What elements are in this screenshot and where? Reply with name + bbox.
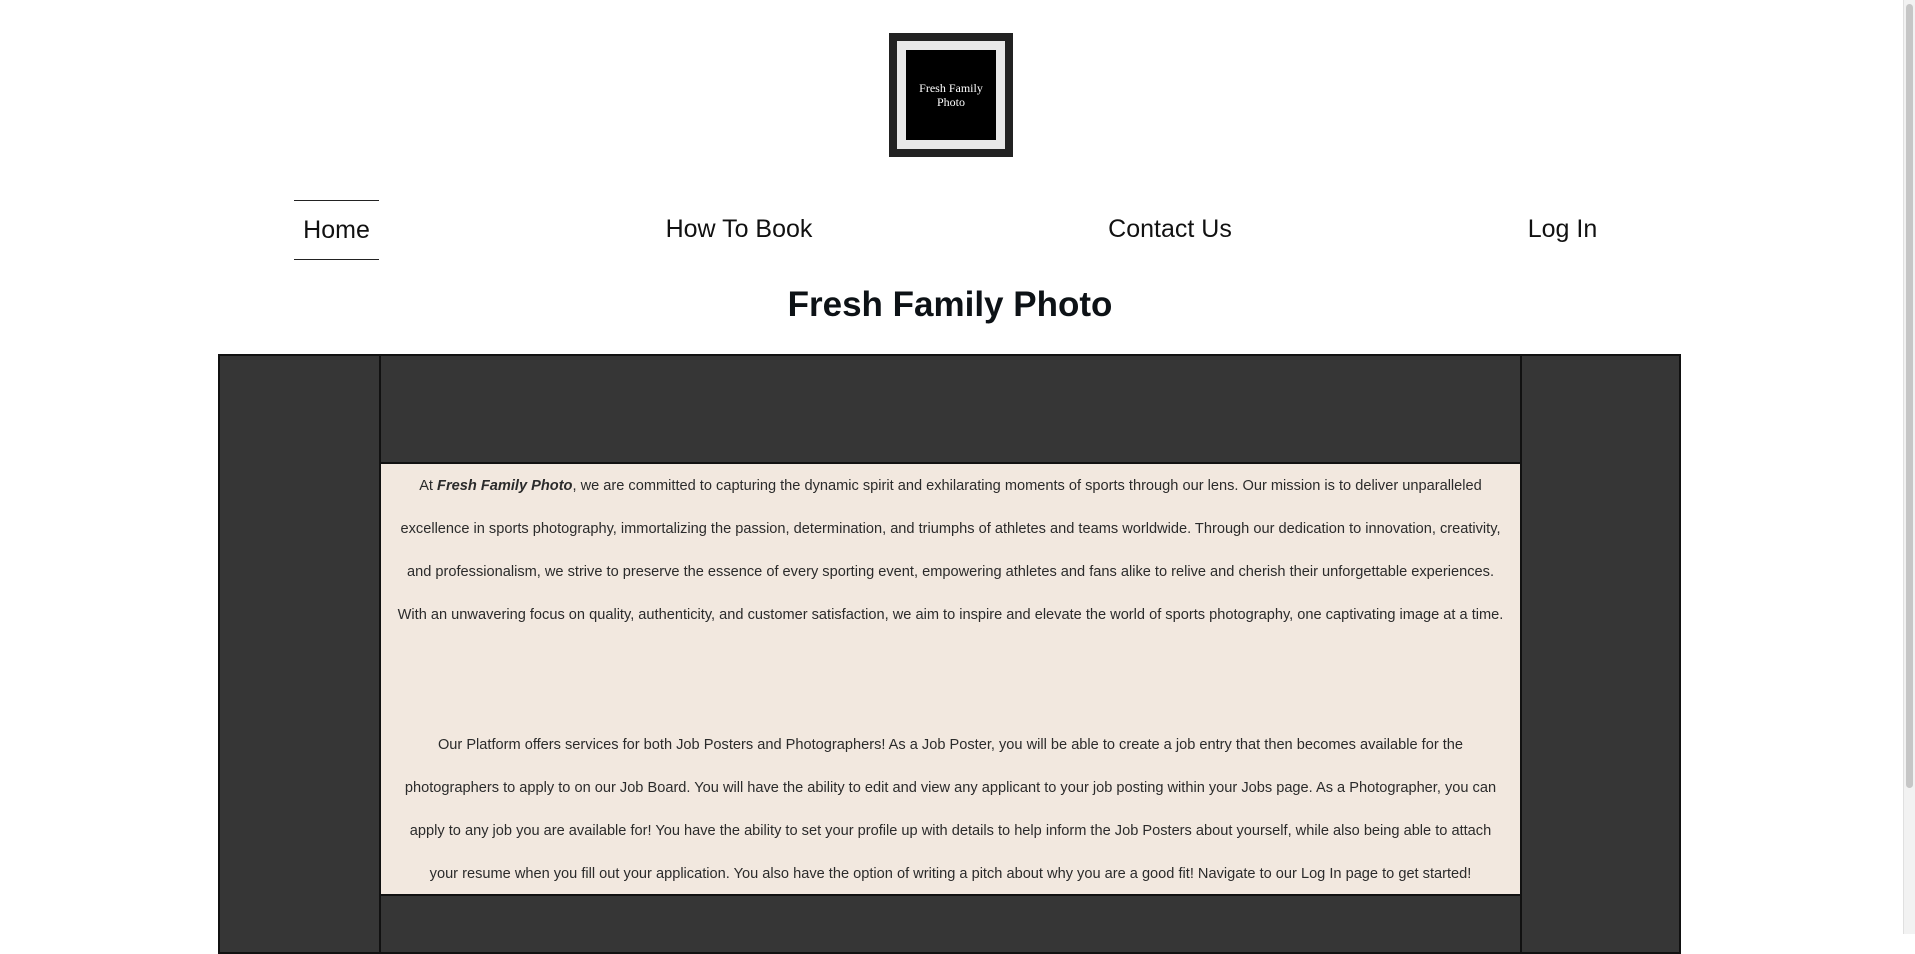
- nav-log-in[interactable]: Log In: [1510, 200, 1615, 258]
- header-band: [381, 356, 1520, 464]
- nav-home[interactable]: Home: [294, 200, 379, 260]
- platform-paragraph: Our Platform offers services for both Jo…: [404, 737, 1497, 882]
- scrollbar-thumb[interactable]: [1906, 4, 1913, 788]
- logo-photo: Fresh Family Photo: [906, 50, 996, 140]
- site-logo[interactable]: Fresh Family Photo: [889, 33, 1013, 157]
- intro-text: , we are committed to capturing the dyna…: [397, 478, 1504, 623]
- nav-contact-us[interactable]: Contact Us: [1090, 200, 1250, 258]
- nav-how-to-book[interactable]: How To Book: [650, 200, 828, 258]
- page-title: Fresh Family Photo: [787, 285, 1113, 324]
- main-nav: Home How To Book Contact Us Log In: [0, 200, 1915, 260]
- intro-prefix: At: [419, 478, 438, 494]
- scrollbar[interactable]: [1903, 0, 1915, 934]
- logo-frame: Fresh Family Photo: [897, 41, 1005, 149]
- logo-text: Fresh Family Photo: [919, 81, 983, 109]
- brand-name: Fresh Family Photo: [437, 478, 573, 494]
- mission-paragraph: At Fresh Family Photo, we are committed …: [381, 465, 1520, 637]
- about-section: At Fresh Family Photo, we are committed …: [381, 464, 1520, 896]
